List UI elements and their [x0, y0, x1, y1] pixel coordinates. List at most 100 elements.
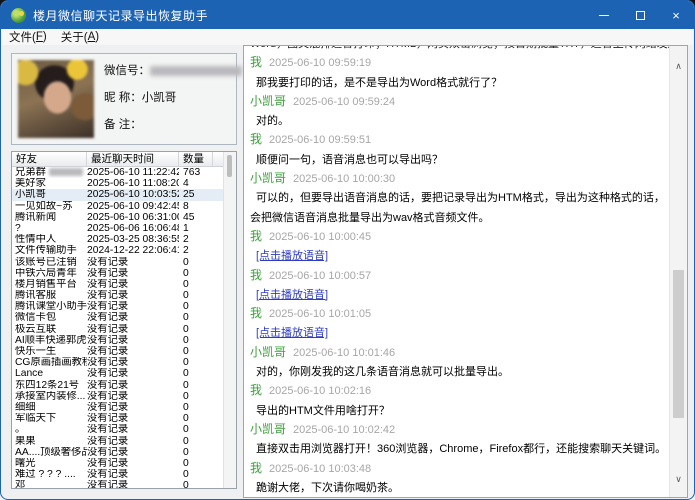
friend-message-count: 0: [179, 469, 209, 480]
friend-last-chat-time: 没有记录: [87, 324, 179, 335]
chat-message-header: 我2025-06-10 10:01:05: [250, 304, 669, 323]
friend-row[interactable]: 文件传输助手 2024-12-22 22:06:41 2: [12, 245, 224, 256]
friend-row[interactable]: 曙光 没有记录 0: [12, 458, 224, 469]
message-time: 2025-06-10 10:01:05: [269, 308, 371, 320]
friend-last-chat-time: 2025-06-10 09:42:45: [87, 201, 179, 212]
friend-message-count: 0: [179, 257, 209, 268]
sender-name: 小凯哥: [250, 171, 286, 185]
friend-row[interactable]: 一见如故~苏 2025-06-10 09:42:45 8: [12, 201, 224, 212]
friend-name: 兄弟群: [15, 167, 46, 178]
friend-row[interactable]: 承接室内装修... 没有记录 0: [12, 391, 224, 402]
friend-row[interactable]: 腾讯课堂小助手 没有记录 0: [12, 301, 224, 312]
close-icon: ×: [672, 9, 680, 22]
friend-row[interactable]: 美好家 2025-06-10 11:08:20 4: [12, 178, 224, 189]
friend-row[interactable]: 小凯哥 2025-06-10 10:03:52 25: [12, 189, 224, 200]
friend-row[interactable]: 性情中人 2025-03-25 08:36:55 2: [12, 234, 224, 245]
scroll-up-icon[interactable]: ∧: [670, 58, 687, 74]
friend-row[interactable]: Lance 没有记录 0: [12, 368, 224, 379]
friend-row[interactable]: 果果 没有记录 0: [12, 436, 224, 447]
friend-row[interactable]: AA....顶级奢侈品 没有记录 0: [12, 447, 224, 458]
col-count[interactable]: 数量: [179, 152, 213, 166]
menu-item-file[interactable]: 文件(F): [2, 29, 54, 45]
friend-message-count: 0: [179, 458, 209, 469]
chat-message: 小凯哥2025-06-10 10:00:30 可以的，但要导出语音消息的话，要把…: [250, 169, 669, 227]
friend-row[interactable]: 中铁六局青年 没有记录 0: [12, 268, 224, 279]
voice-link[interactable]: [点击播放语音]: [250, 327, 328, 339]
chat-message: 我2025-06-10 10:02:16 导出的HTM文件用啥打开？: [250, 381, 669, 420]
friend-message-count: 0: [179, 346, 209, 357]
scroll-down-icon[interactable]: ∨: [670, 471, 687, 487]
maximize-icon: [636, 11, 645, 20]
friend-row[interactable]: 微信卡包 没有记录 0: [12, 312, 224, 323]
friend-row[interactable]: 难过 ? ? ? .... 没有记录 0: [12, 469, 224, 480]
friend-name-redacted: [49, 168, 83, 176]
friend-row[interactable]: 。 没有记录 0: [12, 424, 224, 435]
message-time: 2025-06-10 09:59:51: [269, 134, 371, 146]
friend-name: 一见如故~苏: [15, 201, 73, 212]
friend-last-chat-time: 没有记录: [87, 458, 179, 469]
friend-row[interactable]: 楼月销售平台 没有记录 0: [12, 279, 224, 290]
chat-message-text: 跪谢大佬，下次请你喝奶茶。: [250, 482, 399, 494]
friend-row[interactable]: 腾讯客服 没有记录 0: [12, 290, 224, 301]
friend-row[interactable]: 东四12条21号 没有记录 0: [12, 380, 224, 391]
friend-last-chat-time: 没有记录: [87, 424, 179, 435]
friend-row[interactable]: AI顺丰快递郭虎... 没有记录 0: [12, 335, 224, 346]
close-button[interactable]: ×: [658, 1, 694, 29]
friend-name: CG原画插画教程: [15, 357, 87, 368]
friend-message-count: 0: [179, 436, 209, 447]
minimize-button[interactable]: [586, 1, 622, 29]
voice-link[interactable]: [点击播放语音]: [250, 289, 328, 301]
friend-name: 细细: [15, 402, 36, 413]
col-friend[interactable]: 好友: [12, 152, 87, 166]
friend-row[interactable]: 军临天下 没有记录 0: [12, 413, 224, 424]
friend-row[interactable]: 腾讯新闻 2025-06-10 06:31:00 45: [12, 212, 224, 223]
friend-last-chat-time: 2025-06-06 16:06:48: [87, 223, 179, 234]
chat-message-text: 对的。: [250, 115, 289, 127]
chat-content: Word，图文混排适合打印；HTML，网页双击浏览；按日期批量TXT，适合上传网…: [250, 46, 669, 497]
friend-row[interactable]: 极云互联 没有记录 0: [12, 324, 224, 335]
friend-last-chat-time: 没有记录: [87, 402, 179, 413]
friend-last-chat-time: 没有记录: [87, 368, 179, 379]
friend-name: 该账号已注销: [15, 257, 77, 268]
friend-row[interactable]: ? 2025-06-06 16:06:48 1: [12, 223, 224, 234]
friend-row[interactable]: 快乐一生 没有记录 0: [12, 346, 224, 357]
chat-scroll-thumb[interactable]: [673, 270, 684, 418]
friend-row[interactable]: 该账号已注销 没有记录 0: [12, 257, 224, 268]
friend-name: 美好家: [15, 178, 46, 189]
sender-name: 小凯哥: [250, 94, 286, 108]
friend-last-chat-time: 没有记录: [87, 391, 179, 402]
chat-scrollbar[interactable]: ∧ ∨: [669, 46, 687, 497]
friend-name: 东四12条21号: [15, 380, 79, 391]
chat-message-header: 我2025-06-10 09:59:51: [250, 130, 669, 149]
friend-message-count: 2: [179, 234, 209, 245]
sender-name: 小凯哥: [250, 345, 286, 359]
maximize-button[interactable]: [622, 1, 658, 29]
friends-scrollbar[interactable]: [223, 152, 236, 488]
app-window: 楼月微信聊天记录导出恢复助手 × 文件(F) 关于(A) 微信号： 昵 称：小凯…: [0, 0, 695, 500]
chat-message-text: 那我要打印的话，是不是导出为Word格式就行了？: [250, 77, 502, 89]
friend-last-chat-time: 2025-06-10 11:08:20: [87, 178, 179, 189]
friend-message-count: 763: [179, 167, 209, 178]
friend-message-count: 0: [179, 368, 209, 379]
friends-scroll-thumb[interactable]: [227, 155, 232, 177]
friend-name: 小凯哥: [15, 189, 46, 200]
friends-table-body: 兄弟群 2025-06-10 11:22:42 763 美好家 2025-06-…: [12, 167, 224, 488]
friend-row[interactable]: 兄弟群 2025-06-10 11:22:42 763: [12, 167, 224, 178]
title-bar[interactable]: 楼月微信聊天记录导出恢复助手 ×: [1, 1, 694, 29]
menu-item-about[interactable]: 关于(A): [54, 29, 106, 45]
friend-message-count: 8: [179, 201, 209, 212]
friend-last-chat-time: 没有记录: [87, 290, 179, 301]
friend-message-count: 0: [179, 324, 209, 335]
friend-row[interactable]: CG原画插画教程 没有记录 0: [12, 357, 224, 368]
friend-row[interactable]: 细细 没有记录 0: [12, 402, 224, 413]
col-last-chat-time[interactable]: 最近聊天时间: [87, 152, 179, 166]
friend-row[interactable]: 邓 没有记录 0: [12, 480, 224, 489]
voice-link[interactable]: [点击播放语音]: [250, 250, 328, 262]
minimize-icon: [599, 15, 609, 16]
friend-message-count: 0: [179, 447, 209, 458]
friend-name: 极云互联: [15, 324, 56, 335]
chat-message-text: 导出的HTM文件用啥打开？: [250, 405, 390, 417]
friend-last-chat-time: 没有记录: [87, 469, 179, 480]
message-time: 2025-06-10 10:00:57: [269, 270, 371, 282]
friend-name: 难过 ? ? ? ....: [15, 469, 76, 480]
